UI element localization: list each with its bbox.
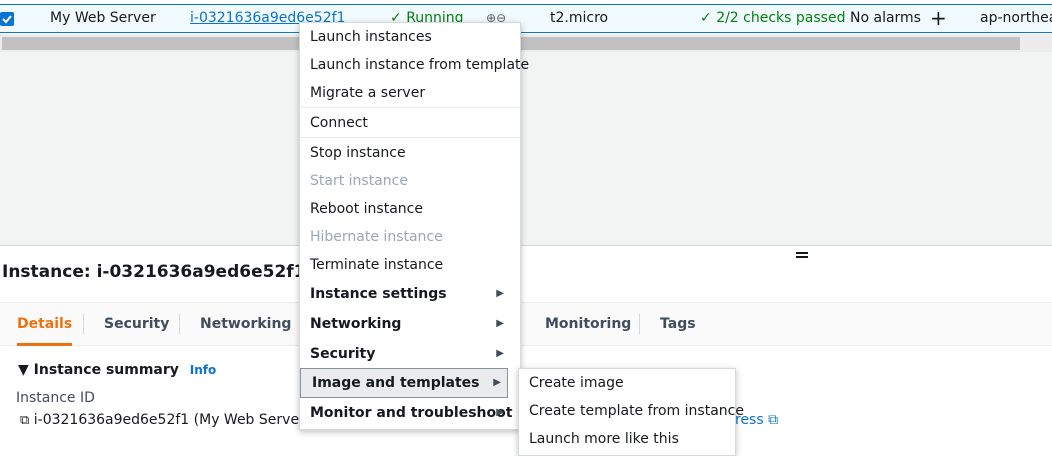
row-checkbox[interactable] — [0, 12, 14, 26]
submenu-arrow-icon: ▶ — [496, 407, 504, 418]
instance-id-value: ⧉ i-0321636a9ed6e52f1 (My Web Server) — [20, 412, 310, 428]
details-tabs: Details Security Networking Monitoring T… — [0, 302, 1052, 346]
tab-details[interactable]: Details — [17, 303, 73, 346]
menu-item-label: Image and templates — [312, 375, 480, 391]
tab-security[interactable]: Security — [104, 303, 169, 345]
menu-item-reboot-instance[interactable]: Reboot instance — [310, 195, 423, 223]
menu-item-terminate-instance[interactable]: Terminate instance — [310, 251, 443, 279]
menu-item-migrate-server[interactable]: Migrate a server — [310, 79, 425, 107]
menu-item-image-and-templates[interactable]: Image and templates ▶ — [300, 368, 508, 398]
submenu-item-launch-more[interactable]: Launch more like this — [529, 425, 679, 453]
tab-divider — [179, 314, 180, 334]
menu-item-monitor-troubleshoot[interactable]: Monitor and troubleshoot ▶ — [310, 399, 513, 427]
menu-item-stop-instance[interactable]: Stop instance — [310, 139, 406, 167]
menu-item-launch-instances[interactable]: Launch instances — [310, 23, 432, 51]
menu-item-instance-settings[interactable]: Instance settings ▶ — [310, 280, 510, 308]
instance-name-cell: My Web Server — [50, 10, 156, 26]
menu-item-security[interactable]: Security ▶ — [310, 340, 510, 368]
submenu-arrow-icon: ▶ — [496, 288, 504, 299]
submenu-arrow-icon: ▶ — [496, 348, 504, 359]
availability-zone-cell: ap-northea — [980, 10, 1052, 26]
submenu-item-create-image[interactable]: Create image — [529, 369, 624, 397]
alarm-status-cell: No alarms — [850, 10, 921, 26]
tab-monitoring[interactable]: Monitoring — [545, 303, 631, 345]
submenu-arrow-icon: ▶ — [493, 377, 501, 388]
summary-heading-label: Instance summary — [33, 362, 179, 378]
status-check-cell: ✓ 2/2 checks passed — [700, 5, 845, 32]
caret-down-icon: ▼ — [18, 362, 29, 378]
image-templates-submenu: Create image Create template from instan… — [518, 368, 744, 456]
resize-handle-icon[interactable] — [796, 252, 808, 260]
submenu-item-create-template[interactable]: Create template from instance — [529, 397, 744, 425]
status-check-label: 2/2 checks passed — [716, 10, 846, 26]
menu-item-label: Networking — [310, 316, 402, 332]
instance-actions-menu: Launch instances Launch instance from te… — [299, 22, 529, 430]
instance-id-label: Instance ID — [16, 390, 95, 406]
add-alarm-icon[interactable]: + — [930, 5, 947, 32]
check-circle-icon: ✓ — [700, 10, 712, 26]
instance-id-text: i-0321636a9ed6e52f1 (My Web Server) — [33, 412, 311, 428]
menu-item-launch-from-template[interactable]: Launch instance from template — [310, 51, 529, 79]
menu-item-networking[interactable]: Networking ▶ — [310, 310, 510, 338]
tab-divider — [639, 314, 640, 334]
info-link[interactable]: Info — [190, 363, 216, 377]
tab-divider — [83, 314, 84, 334]
tab-tags[interactable]: Tags — [660, 303, 696, 345]
menu-item-label: Monitor and troubleshoot — [310, 405, 513, 421]
external-link-icon: ⧉ — [768, 412, 779, 428]
instance-table-row[interactable]: My Web Server i-0321636a9ed6e52f1 ✓ Runn… — [0, 4, 1052, 33]
menu-divider — [300, 137, 520, 138]
instance-type-cell: t2.micro — [550, 10, 609, 26]
menu-item-hibernate-instance: Hibernate instance — [310, 229, 443, 245]
menu-item-start-instance: Start instance — [310, 173, 408, 189]
menu-item-label: Security — [310, 346, 376, 362]
submenu-arrow-icon: ▶ — [496, 318, 504, 329]
menu-item-label: Instance settings — [310, 286, 447, 302]
menu-divider — [300, 107, 520, 108]
instance-summary-heading[interactable]: ▼ Instance summary Info — [18, 362, 216, 378]
table-empty-area — [0, 52, 1052, 246]
tab-networking[interactable]: Networking — [200, 303, 291, 345]
menu-item-connect[interactable]: Connect — [310, 109, 368, 137]
instance-details-title: Instance: i-0321636a9ed6e52f1 (My — [2, 262, 348, 282]
copy-icon[interactable]: ⧉ — [20, 413, 29, 428]
